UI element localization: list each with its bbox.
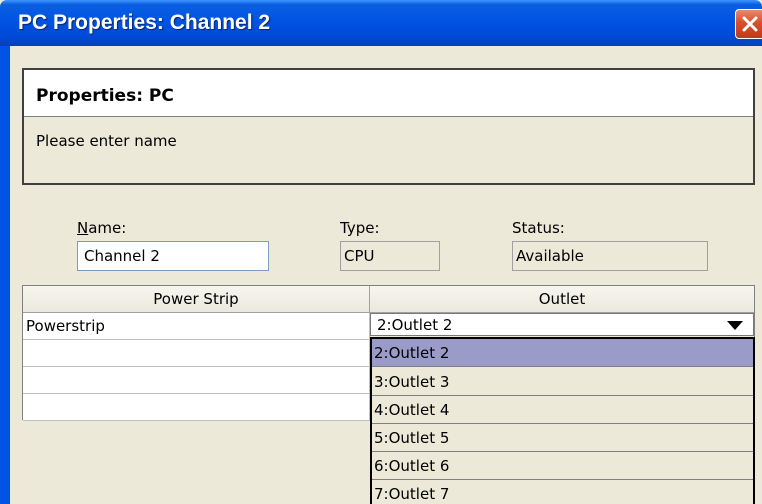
triangle-down-icon[interactable] [726, 319, 744, 331]
window-frame-left [0, 46, 10, 504]
close-icon [742, 16, 758, 32]
name-label: Name: [77, 219, 126, 237]
header-instructions: Please enter name [36, 132, 177, 150]
outlet-combobox[interactable]: 2:Outlet 2 [370, 313, 754, 336]
table-row-power-strip-cell[interactable] [23, 367, 370, 394]
dropdown-option-outlet-5[interactable]: 5:Outlet 5 [372, 424, 753, 452]
dropdown-option-outlet-4[interactable]: 4:Outlet 4 [372, 396, 753, 424]
column-header-outlet[interactable]: Outlet [370, 286, 754, 313]
dropdown-option-outlet-3[interactable]: 3:Outlet 3 [372, 368, 753, 396]
outlet-combobox-value: 2:Outlet 2 [377, 316, 453, 334]
column-header-power-strip[interactable]: Power Strip [23, 286, 370, 313]
name-label-accelerator: N [77, 219, 89, 237]
name-input[interactable] [77, 241, 269, 271]
status-label: Status: [512, 219, 565, 237]
properties-header: Properties: PC Please enter name [22, 68, 755, 185]
status-value: Available [512, 241, 708, 271]
dropdown-option-outlet-6[interactable]: 6:Outlet 6 [372, 452, 753, 480]
table-row-power-strip-cell[interactable] [23, 340, 370, 367]
name-label-text: ame: [88, 219, 127, 237]
type-value: CPU [340, 241, 440, 271]
close-button[interactable] [735, 9, 762, 39]
title-bar[interactable]: PC Properties: Channel 2 [0, 0, 762, 46]
dropdown-option-outlet-2[interactable]: 2:Outlet 2 [372, 339, 753, 367]
properties-dialog: PC Properties: Channel 2 Properties: PC … [0, 0, 762, 504]
header-title-area: Properties: PC [24, 70, 753, 117]
type-label: Type: [340, 219, 380, 237]
table-row-power-strip-cell[interactable] [23, 394, 370, 421]
outlet-dropdown-list: 2:Outlet 2 3:Outlet 3 4:Outlet 4 5:Outle… [370, 337, 755, 504]
dropdown-option-outlet-7[interactable]: 7:Outlet 7 [372, 480, 753, 504]
table-row-power-strip-cell[interactable]: Powerstrip [23, 313, 370, 340]
header-title: Properties: PC [36, 86, 174, 106]
window-title: PC Properties: Channel 2 [18, 11, 271, 34]
